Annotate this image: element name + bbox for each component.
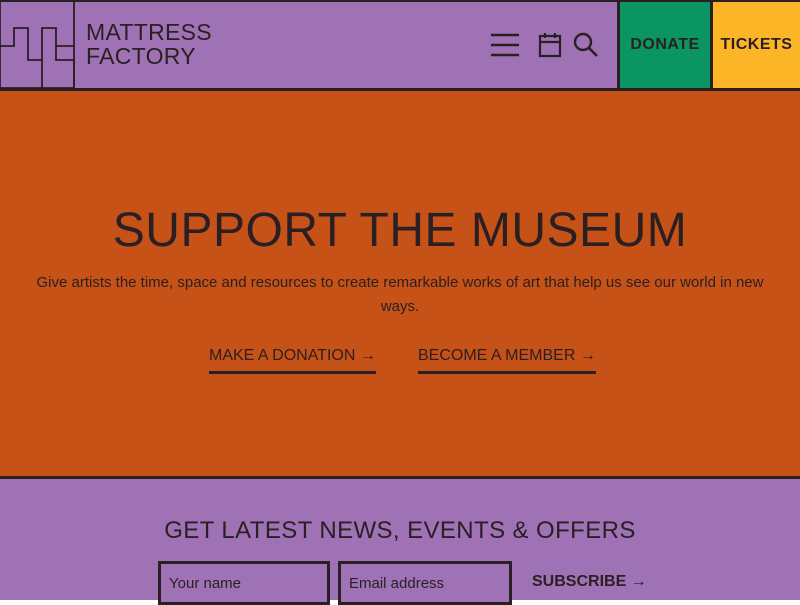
tickets-button[interactable]: TICKETS [710, 2, 800, 88]
logo-mark-icon [0, 2, 75, 88]
logo-text: MATTRESS FACTORY [86, 20, 212, 68]
become-member-link[interactable]: BECOME A MEMBER → [418, 347, 596, 374]
site-logo[interactable]: MATTRESS FACTORY [0, 2, 212, 88]
logo-line1: MATTRESS [86, 19, 212, 45]
make-donation-link[interactable]: MAKE A DONATION → [209, 347, 376, 374]
logo-line2: FACTORY [86, 43, 196, 69]
newsletter-signup: GET LATEST NEWS, EVENTS & OFFERS SUBSCRI… [0, 479, 800, 605]
newsletter-title: GET LATEST NEWS, EVENTS & OFFERS [164, 517, 636, 544]
menu-icon[interactable] [490, 30, 520, 60]
search-icon[interactable] [571, 30, 601, 60]
donate-button[interactable]: DONATE [617, 2, 710, 88]
calendar-icon[interactable] [535, 30, 565, 60]
name-field[interactable] [158, 561, 330, 605]
hero-description: Give artists the time, space and resourc… [36, 274, 764, 315]
subscribe-button[interactable]: SUBSCRIBE → [532, 573, 647, 591]
email-field[interactable] [338, 561, 512, 605]
hero-title: SUPPORT THE MUSEUM [112, 204, 688, 257]
support-hero: SUPPORT THE MUSEUM Give artists the time… [0, 91, 800, 479]
site-header: MATTRESS FACTORY DONATE TICKETS [0, 0, 800, 91]
